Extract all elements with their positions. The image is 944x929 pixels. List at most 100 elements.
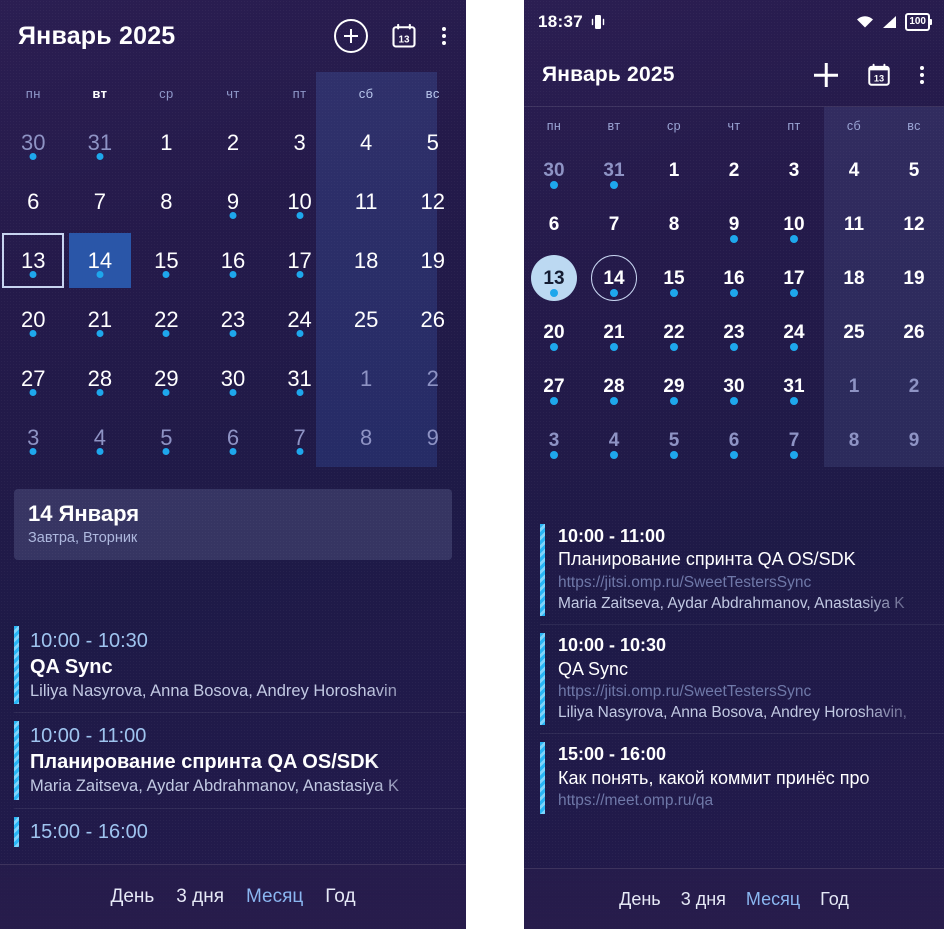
- day-cell-27[interactable]: 27: [524, 359, 584, 413]
- event-item[interactable]: 10:00 - 11:00 Планирование спринта QA OS/…: [14, 713, 466, 807]
- day-cell-15[interactable]: 15: [133, 231, 200, 290]
- day-cell-7[interactable]: 7: [764, 413, 824, 467]
- day-cell-25[interactable]: 25: [333, 290, 400, 349]
- day-cell-10[interactable]: 10: [764, 197, 824, 251]
- day-cell-7[interactable]: 7: [584, 197, 644, 251]
- day-cell-8[interactable]: 8: [333, 408, 400, 467]
- day-cell-18[interactable]: 18: [824, 251, 884, 305]
- day-cell-1[interactable]: 1: [824, 359, 884, 413]
- day-cell-12[interactable]: 12: [399, 172, 466, 231]
- day-cell-3[interactable]: 3: [0, 408, 67, 467]
- day-cell-3[interactable]: 3: [266, 113, 333, 172]
- nav-item-0[interactable]: День: [110, 886, 154, 908]
- day-cell-29[interactable]: 29: [133, 349, 200, 408]
- day-cell-22[interactable]: 22: [644, 305, 704, 359]
- day-cell-20[interactable]: 20: [524, 305, 584, 359]
- event-item[interactable]: 10:00 - 10:30 QA Sync https://jitsi.omp.ru…: [540, 625, 944, 733]
- nav-item-0[interactable]: День: [619, 889, 661, 910]
- add-event-button-right[interactable]: [812, 61, 840, 89]
- day-cell-26[interactable]: 26: [399, 290, 466, 349]
- day-cell-7[interactable]: 7: [67, 172, 134, 231]
- day-cell-19[interactable]: 19: [884, 251, 944, 305]
- day-cell-4[interactable]: 4: [67, 408, 134, 467]
- event-item[interactable]: 15:00 - 16:00: [14, 809, 466, 855]
- day-cell-29[interactable]: 29: [644, 359, 704, 413]
- day-cell-9[interactable]: 9: [399, 408, 466, 467]
- day-cell-4[interactable]: 4: [584, 413, 644, 467]
- day-cell-1[interactable]: 1: [644, 143, 704, 197]
- nav-item-3[interactable]: Год: [325, 886, 355, 908]
- day-cell-11[interactable]: 11: [333, 172, 400, 231]
- day-cell-23[interactable]: 23: [704, 305, 764, 359]
- event-item[interactable]: 10:00 - 11:00 Планирование спринта QA OS/…: [540, 516, 944, 624]
- add-event-button[interactable]: [334, 19, 368, 53]
- day-cell-28[interactable]: 28: [584, 359, 644, 413]
- day-cell-2[interactable]: 2: [200, 113, 267, 172]
- day-cell-8[interactable]: 8: [824, 413, 884, 467]
- day-cell-9[interactable]: 9: [704, 197, 764, 251]
- day-cell-6[interactable]: 6: [200, 408, 267, 467]
- event-url[interactable]: https://meet.omp.ru/qa: [558, 790, 944, 812]
- day-cell-8[interactable]: 8: [644, 197, 704, 251]
- go-to-today-button[interactable]: 13: [390, 22, 418, 50]
- day-cell-14[interactable]: 14: [67, 231, 134, 290]
- nav-item-2[interactable]: Месяц: [246, 886, 303, 908]
- day-cell-31[interactable]: 31: [266, 349, 333, 408]
- day-cell-5[interactable]: 5: [399, 113, 466, 172]
- day-cell-21[interactable]: 21: [584, 305, 644, 359]
- nav-item-3[interactable]: Год: [820, 889, 849, 910]
- day-cell-24[interactable]: 24: [266, 290, 333, 349]
- day-cell-4[interactable]: 4: [824, 143, 884, 197]
- nav-item-1[interactable]: 3 дня: [681, 889, 726, 910]
- day-cell-2[interactable]: 2: [704, 143, 764, 197]
- day-cell-16[interactable]: 16: [200, 231, 267, 290]
- day-cell-13[interactable]: 13: [0, 231, 67, 290]
- day-cell-6[interactable]: 6: [524, 197, 584, 251]
- nav-item-1[interactable]: 3 дня: [176, 886, 224, 908]
- day-cell-27[interactable]: 27: [0, 349, 67, 408]
- day-cell-23[interactable]: 23: [200, 290, 267, 349]
- day-cell-2[interactable]: 2: [399, 349, 466, 408]
- day-cell-30[interactable]: 30: [200, 349, 267, 408]
- go-to-today-button-right[interactable]: 13: [866, 62, 892, 88]
- day-cell-30[interactable]: 30: [524, 143, 584, 197]
- day-cell-19[interactable]: 19: [399, 231, 466, 290]
- day-cell-26[interactable]: 26: [884, 305, 944, 359]
- day-cell-31[interactable]: 31: [584, 143, 644, 197]
- day-cell-15[interactable]: 15: [644, 251, 704, 305]
- day-cell-3[interactable]: 3: [764, 143, 824, 197]
- day-cell-6[interactable]: 6: [704, 413, 764, 467]
- day-cell-17[interactable]: 17: [266, 231, 333, 290]
- day-cell-11[interactable]: 11: [824, 197, 884, 251]
- day-cell-22[interactable]: 22: [133, 290, 200, 349]
- event-url[interactable]: https://jitsi.omp.ru/SweetTestersSync: [558, 681, 944, 703]
- day-cell-14[interactable]: 14: [584, 251, 644, 305]
- more-options-button[interactable]: [440, 25, 448, 47]
- day-cell-4[interactable]: 4: [333, 113, 400, 172]
- day-cell-2[interactable]: 2: [884, 359, 944, 413]
- day-cell-21[interactable]: 21: [67, 290, 134, 349]
- day-cell-1[interactable]: 1: [133, 113, 200, 172]
- day-cell-30[interactable]: 30: [0, 113, 67, 172]
- event-item[interactable]: 10:00 - 10:30 QA Sync Liliya Nasyrova, Ann…: [14, 618, 466, 712]
- day-cell-9[interactable]: 9: [200, 172, 267, 231]
- more-options-button-right[interactable]: [918, 64, 926, 86]
- day-cell-24[interactable]: 24: [764, 305, 824, 359]
- day-cell-13[interactable]: 13: [524, 251, 584, 305]
- day-cell-17[interactable]: 17: [764, 251, 824, 305]
- day-cell-16[interactable]: 16: [704, 251, 764, 305]
- day-cell-7[interactable]: 7: [266, 408, 333, 467]
- day-cell-31[interactable]: 31: [67, 113, 134, 172]
- day-cell-8[interactable]: 8: [133, 172, 200, 231]
- day-cell-12[interactable]: 12: [884, 197, 944, 251]
- day-cell-5[interactable]: 5: [644, 413, 704, 467]
- day-cell-3[interactable]: 3: [524, 413, 584, 467]
- day-cell-30[interactable]: 30: [704, 359, 764, 413]
- day-cell-6[interactable]: 6: [0, 172, 67, 231]
- day-cell-20[interactable]: 20: [0, 290, 67, 349]
- day-cell-28[interactable]: 28: [67, 349, 134, 408]
- day-cell-9[interactable]: 9: [884, 413, 944, 467]
- day-cell-31[interactable]: 31: [764, 359, 824, 413]
- event-item[interactable]: 15:00 - 16:00 Как понять, какой коммит пр…: [540, 734, 944, 821]
- day-cell-5[interactable]: 5: [133, 408, 200, 467]
